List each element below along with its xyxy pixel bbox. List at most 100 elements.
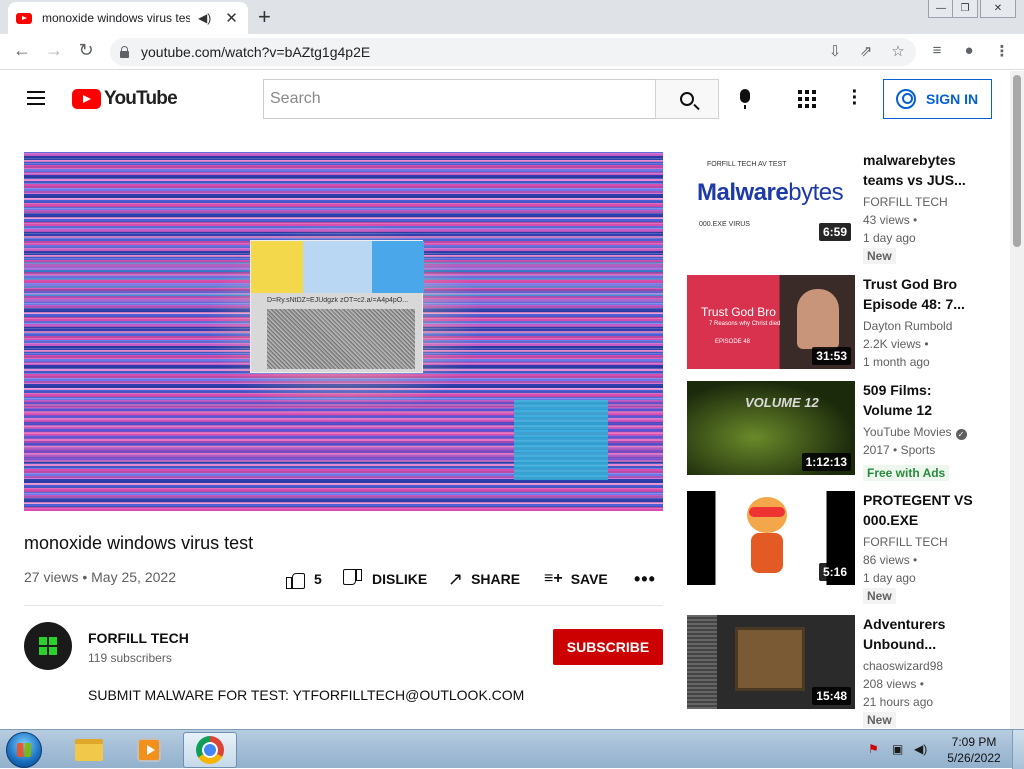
- recommendation-views: 86 views •: [863, 553, 918, 567]
- youtube-play-icon: [72, 89, 101, 109]
- dialog-text: D=Ry.sNtDZ=EJUdgzk zOT=c2.a/=A4p4pO...: [267, 297, 409, 304]
- recommendation-title[interactable]: PROTEGENT VS 000.EXE: [863, 490, 979, 530]
- share-button[interactable]: ↗ SHARE: [448, 568, 520, 590]
- verified-check-icon: ✓: [955, 429, 967, 440]
- tab-title: monoxide windows virus test: [42, 11, 190, 25]
- recommendation-views: 2017 • Sports: [863, 443, 936, 457]
- recommendation-item[interactable]: 15:48 Adventurers Unbound... chaoswizard…: [687, 614, 987, 728]
- dislike-button[interactable]: DISLIKE: [344, 568, 427, 590]
- chrome-icon: [196, 736, 224, 764]
- subscriber-count: 119 subscribers: [88, 651, 172, 665]
- subscribe-button[interactable]: SUBSCRIBE: [553, 629, 663, 665]
- recommendation-item[interactable]: 5:16 PROTEGENT VS 000.EXE FORFILL TECH 8…: [687, 490, 987, 604]
- browser-toolbar: ← → ↻ youtube.com/watch?v=bAZtg1g4p2E ⇩ …: [0, 34, 1024, 70]
- share-arrow-icon: ↗: [448, 568, 464, 589]
- recommendation-age: 1 day ago: [863, 571, 916, 585]
- thumbnail-logo-part: Malware: [697, 179, 789, 206]
- recommendation-views: 2.2K views •: [863, 337, 929, 351]
- media-control-icon[interactable]: ≡: [926, 42, 948, 59]
- video-duration: 6:59: [818, 223, 851, 241]
- recommendation-title[interactable]: Trust God Bro Episode 48: 7...: [863, 274, 979, 314]
- start-button-icon[interactable]: [6, 732, 42, 768]
- forward-arrow-icon[interactable]: →: [42, 40, 66, 61]
- youtube-favicon-icon: [16, 12, 32, 24]
- account-icon: [896, 89, 916, 109]
- hamburger-menu-icon[interactable]: [27, 91, 45, 105]
- reload-icon[interactable]: ↻: [74, 40, 98, 61]
- back-arrow-icon[interactable]: ←: [10, 40, 34, 61]
- recommendation-channel[interactable]: FORFILL TECH: [863, 535, 948, 549]
- dialog-image: [251, 241, 424, 293]
- windows-taskbar: ⚑ ▣ ◀) 7:09 PM 5/26/2022: [0, 729, 1024, 769]
- more-actions-button[interactable]: •••: [634, 568, 656, 590]
- video-thumbnail[interactable]: 15:48: [687, 615, 855, 709]
- action-center-flag-icon[interactable]: ⚑: [868, 742, 879, 756]
- page-scrollbar[interactable]: [1010, 71, 1024, 729]
- taskbar-chrome[interactable]: [183, 732, 237, 768]
- recommendation-channel[interactable]: Dayton Rumbold: [863, 319, 952, 333]
- video-thumbnail[interactable]: 5:16: [687, 491, 855, 585]
- browser-tab[interactable]: monoxide windows virus test ◀) ✕: [8, 2, 248, 34]
- show-desktop-button[interactable]: [1012, 730, 1024, 769]
- lock-icon: [120, 45, 129, 58]
- video-thumbnail[interactable]: FORFILL TECH AV TEST Malwarebytes 000.EX…: [687, 151, 855, 245]
- media-player-icon: [137, 738, 161, 762]
- thumbnail-caption: EPISODE 48: [715, 339, 751, 345]
- system-clock[interactable]: 7:09 PM 5/26/2022: [944, 734, 1004, 766]
- taskbar-media-player[interactable]: [122, 732, 176, 768]
- recommendation-channel[interactable]: YouTube Movies ✓: [863, 425, 967, 440]
- glitch-window: [514, 400, 608, 480]
- recommendation-title[interactable]: malwarebytes teams vs JUS...: [863, 150, 979, 190]
- sign-in-label: SIGN IN: [926, 91, 979, 107]
- share-page-icon[interactable]: ⇗: [855, 42, 877, 60]
- install-icon[interactable]: ⇩: [824, 42, 846, 60]
- address-url[interactable]: youtube.com/watch?v=bAZtg1g4p2E: [141, 44, 370, 60]
- address-bar[interactable]: youtube.com/watch?v=bAZtg1g4p2E: [110, 38, 916, 66]
- network-icon[interactable]: ▣: [892, 742, 903, 756]
- tab-close-icon[interactable]: ✕: [225, 9, 238, 27]
- share-label: SHARE: [471, 571, 521, 587]
- youtube-logo[interactable]: YouTube: [72, 88, 178, 110]
- volume-icon[interactable]: ◀): [914, 742, 927, 756]
- like-count: 5: [314, 571, 322, 587]
- video-player[interactable]: D=Ry.sNtDZ=EJUdgzk zOT=c2.a/=A4p4pO...: [24, 152, 663, 511]
- save-button[interactable]: ≡+ SAVE: [544, 568, 608, 590]
- thumbnail-logo-part: bytes: [788, 179, 844, 206]
- recommendation-views: 43 views •: [863, 213, 918, 227]
- thumbnail-caption: VOLUME 12: [745, 395, 819, 410]
- video-thumbnail[interactable]: VOLUME 12 1:12:13: [687, 381, 855, 475]
- thumbnail-character: [739, 497, 795, 577]
- microphone-icon[interactable]: [740, 89, 750, 109]
- recommendation-item[interactable]: VOLUME 12 1:12:13 509 Films: Volume 12 Y…: [687, 381, 987, 481]
- recommendation-channel[interactable]: FORFILL TECH: [863, 195, 948, 209]
- bookmark-star-icon[interactable]: ☆: [887, 42, 909, 60]
- playlist-add-icon: ≡+: [544, 570, 563, 587]
- scrollbar-thumb[interactable]: [1013, 75, 1021, 247]
- apps-grid-icon[interactable]: [798, 90, 816, 108]
- browser-menu-icon[interactable]: ⋮: [991, 42, 1013, 60]
- recommendation-item[interactable]: Trust God Bro 7 Reasons why Christ died …: [687, 275, 987, 375]
- restore-button[interactable]: ❐: [952, 0, 978, 18]
- recommendation-views: 208 views •: [863, 677, 924, 691]
- video-thumbnail[interactable]: Trust God Bro 7 Reasons why Christ died …: [687, 275, 855, 369]
- settings-more-icon[interactable]: · · ·: [848, 82, 862, 114]
- speaker-icon[interactable]: ◀): [198, 11, 211, 25]
- search-input[interactable]: Search: [263, 79, 656, 119]
- minimize-button[interactable]: —: [928, 0, 954, 18]
- clock-time: 7:09 PM: [951, 735, 997, 749]
- recommendation-item[interactable]: FORFILL TECH AV TEST Malwarebytes 000.EX…: [687, 150, 987, 264]
- new-tab-button[interactable]: +: [258, 4, 271, 30]
- close-window-button[interactable]: ✕: [980, 0, 1016, 18]
- recommendation-age: 21 hours ago: [863, 695, 934, 709]
- search-button[interactable]: [655, 79, 719, 119]
- new-badge: New: [863, 248, 896, 264]
- like-button[interactable]: 5: [286, 568, 322, 590]
- sign-in-button[interactable]: SIGN IN: [883, 79, 992, 119]
- recommendation-channel[interactable]: chaoswizard98: [863, 659, 943, 673]
- profile-icon[interactable]: ●: [958, 42, 980, 59]
- channel-name[interactable]: FORFILL TECH: [88, 630, 189, 646]
- channel-avatar[interactable]: [24, 622, 72, 670]
- taskbar-explorer[interactable]: [62, 732, 116, 768]
- recommendation-title[interactable]: Adventurers Unbound...: [863, 614, 979, 654]
- recommendation-title[interactable]: 509 Films: Volume 12: [863, 380, 979, 420]
